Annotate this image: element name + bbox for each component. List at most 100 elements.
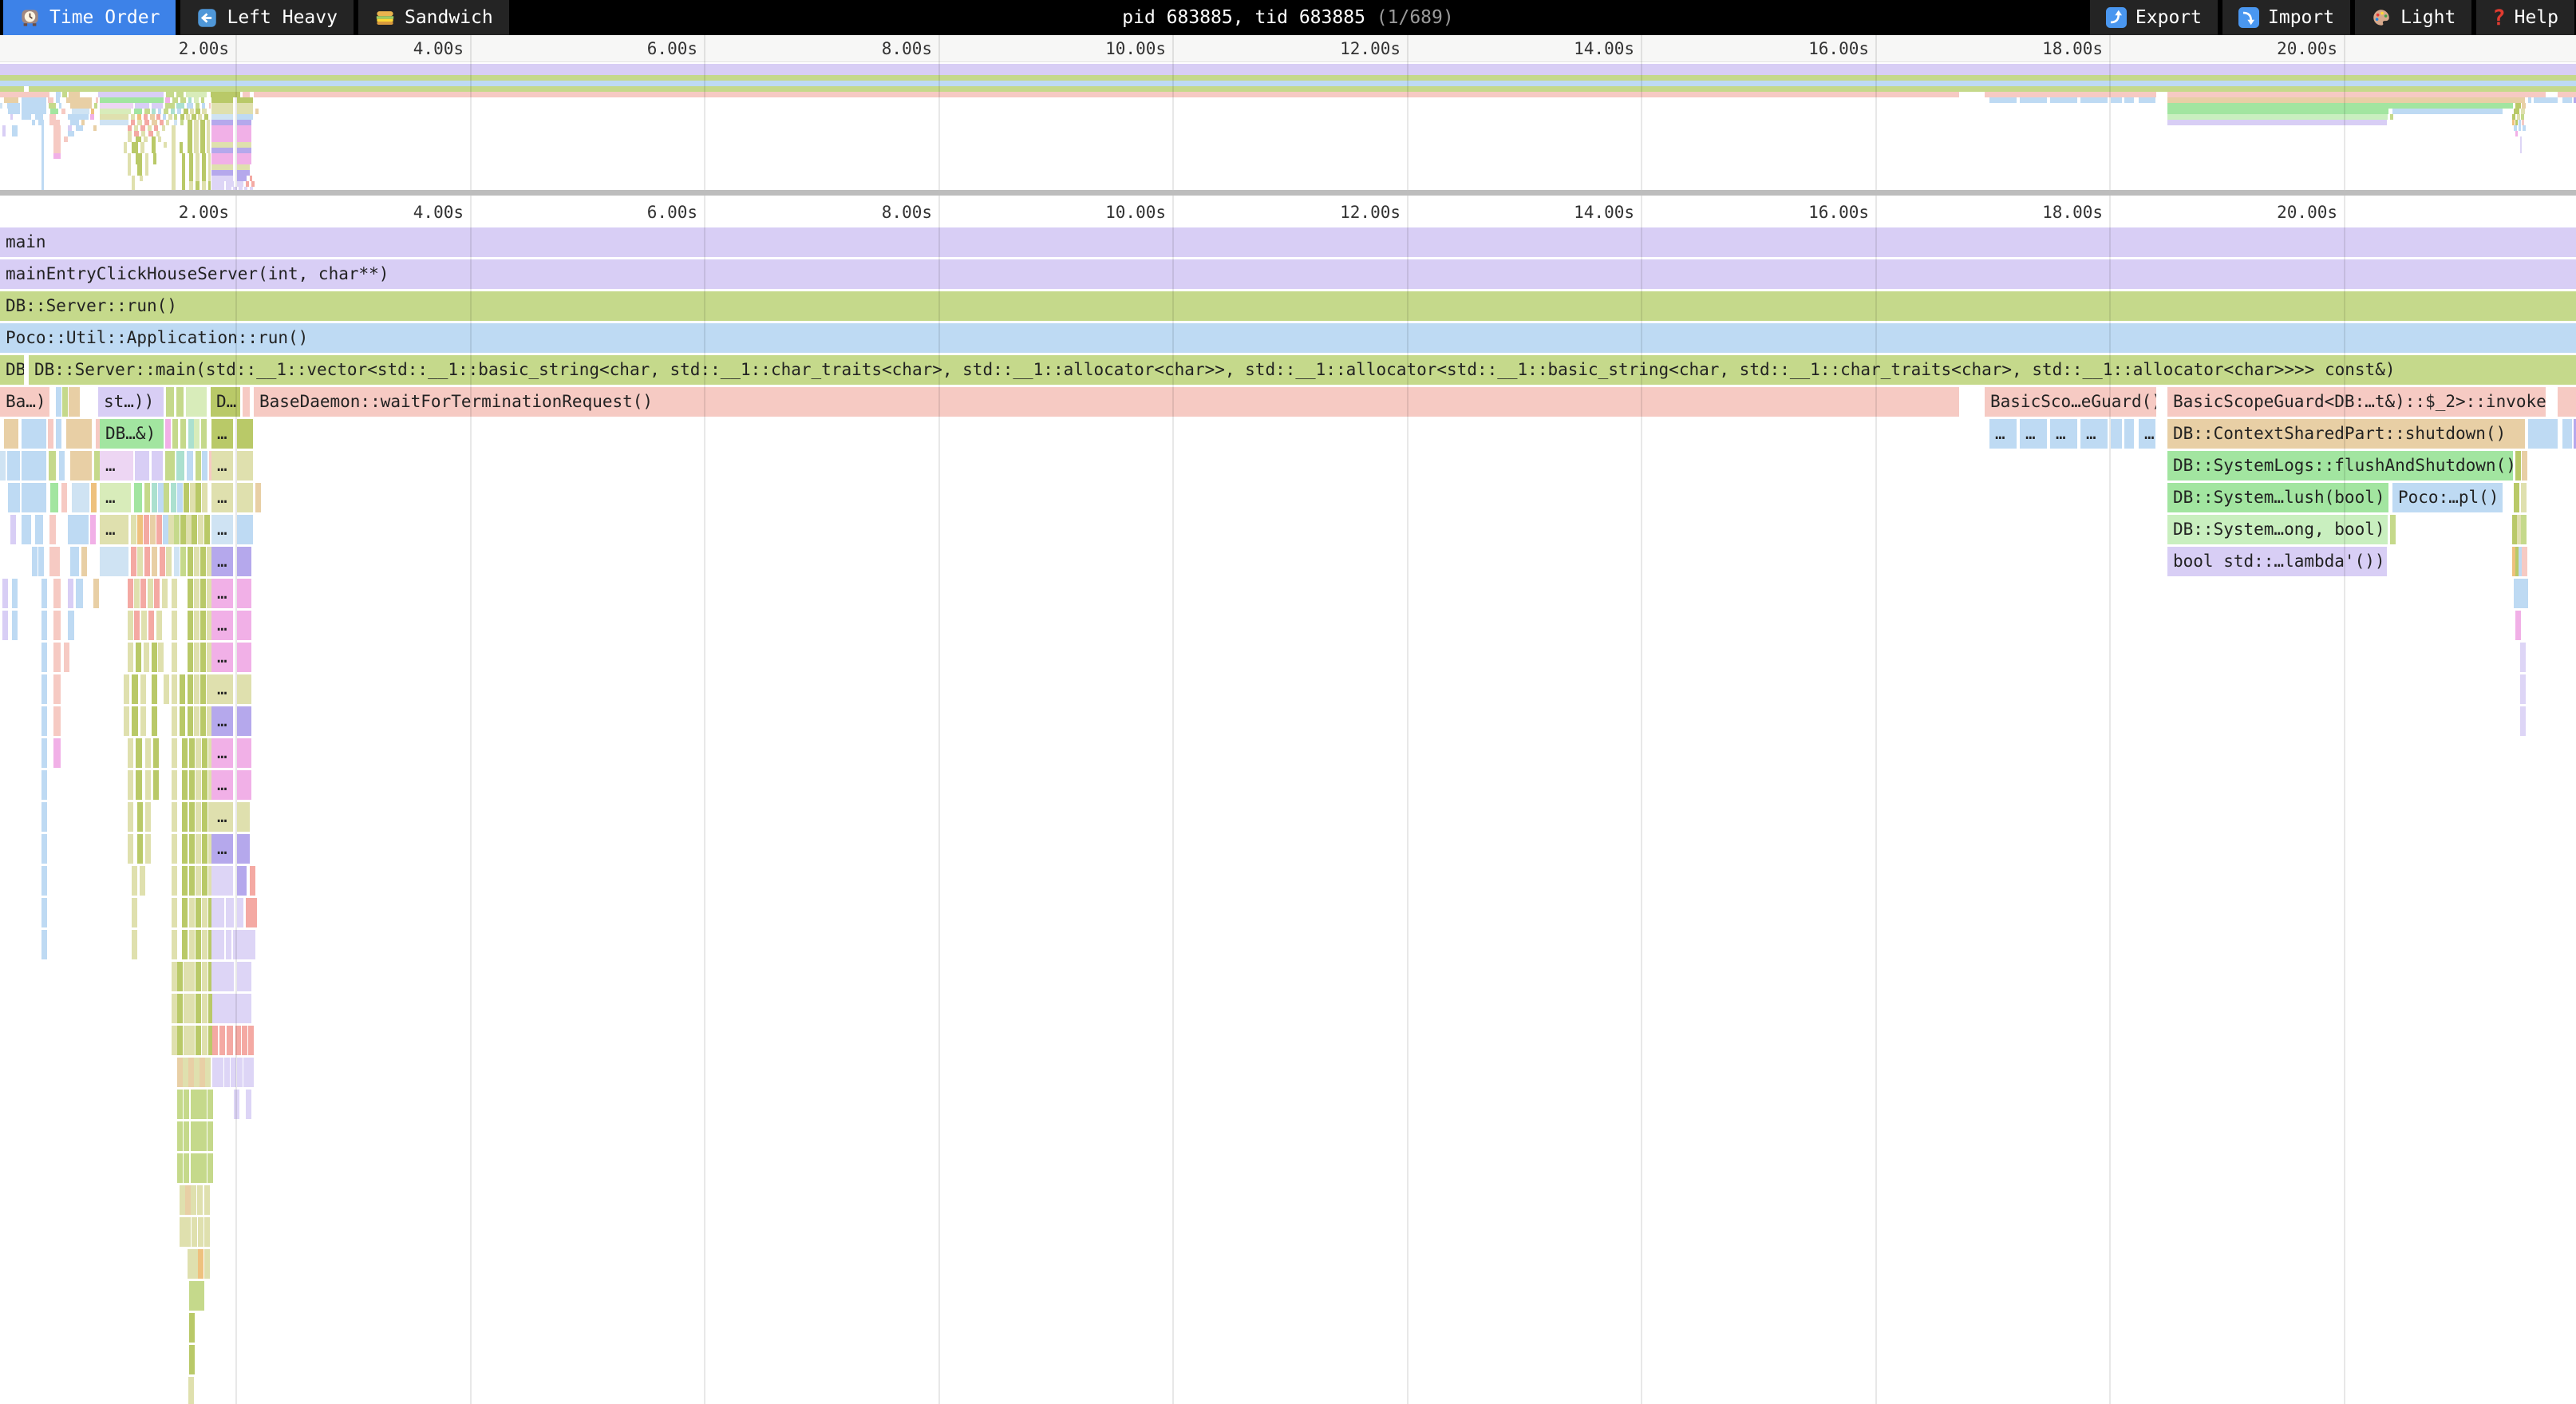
flame-bar[interactable]: BasicSco…eGuard() bbox=[1985, 387, 2156, 417]
flame-bar[interactable] bbox=[2521, 515, 2527, 544]
flame-bar[interactable] bbox=[172, 706, 177, 736]
flame-bar[interactable] bbox=[152, 451, 163, 481]
flame-bar[interactable] bbox=[168, 515, 174, 544]
flame-bar[interactable] bbox=[196, 866, 201, 896]
flame-bar[interactable] bbox=[172, 994, 177, 1023]
flame-bar[interactable]: … bbox=[211, 515, 233, 544]
flame-bar[interactable]: BasicScopeGuard<DB:…t&)::$_2>::invoke() bbox=[2167, 387, 2546, 417]
flame-bar[interactable] bbox=[150, 515, 156, 544]
flame-bar[interactable] bbox=[137, 547, 143, 576]
flame-bar[interactable] bbox=[186, 515, 192, 544]
flame-bar[interactable] bbox=[165, 451, 175, 481]
tab-sandwich[interactable]: Sandwich bbox=[358, 0, 509, 35]
flame-bar[interactable] bbox=[235, 1026, 241, 1055]
flame-bar[interactable] bbox=[196, 962, 201, 991]
flame-bar[interactable] bbox=[191, 1153, 196, 1183]
flame-bar[interactable]: bool std::…lambda'()) bbox=[2167, 547, 2387, 576]
flame-bar[interactable] bbox=[56, 419, 61, 449]
flame-bar[interactable] bbox=[237, 547, 251, 576]
flame-bar[interactable] bbox=[124, 674, 129, 704]
flame-bar[interactable] bbox=[153, 770, 159, 800]
flame-bar[interactable] bbox=[7, 451, 20, 481]
flame-bar[interactable]: Poco:…pl() bbox=[2392, 483, 2503, 512]
flame-bar[interactable]: … bbox=[211, 802, 233, 832]
help-button[interactable]: ? Help bbox=[2476, 0, 2574, 35]
flame-bar[interactable] bbox=[156, 515, 162, 544]
flame-bar[interactable] bbox=[164, 483, 169, 512]
flame-bar[interactable]: BaseDaemon::waitForTerminationRequest() bbox=[254, 387, 1959, 417]
flame-bar[interactable] bbox=[200, 1058, 205, 1087]
flame-bar[interactable] bbox=[41, 579, 47, 608]
flame-bar[interactable] bbox=[184, 1121, 189, 1151]
flame-bar[interactable] bbox=[237, 802, 250, 832]
flame-bar[interactable] bbox=[132, 930, 137, 959]
flame-bar[interactable] bbox=[204, 515, 210, 544]
flame-bar[interactable]: Poco::Util::Application::run() bbox=[0, 323, 2576, 353]
flame-bar[interactable] bbox=[239, 930, 244, 959]
flame-bar[interactable] bbox=[176, 387, 184, 417]
flame-bar[interactable] bbox=[237, 419, 253, 449]
flame-bar[interactable] bbox=[53, 706, 61, 736]
flame-bar[interactable] bbox=[76, 579, 83, 608]
flame-bar[interactable] bbox=[182, 770, 188, 800]
flame-bar[interactable] bbox=[189, 994, 195, 1023]
flame-bar[interactable] bbox=[145, 834, 151, 864]
flame-bar[interactable]: DB::System…ong, bool) bbox=[2167, 515, 2388, 544]
flame-bar[interactable] bbox=[38, 547, 44, 576]
flame-bar[interactable] bbox=[189, 802, 195, 832]
flame-bar[interactable]: DB::System…lush(bool) bbox=[2167, 483, 2388, 512]
flame-bar[interactable] bbox=[246, 1090, 251, 1119]
flame-bar[interactable] bbox=[189, 930, 195, 959]
flame-bar[interactable] bbox=[49, 547, 60, 576]
flame-bar[interactable] bbox=[53, 611, 61, 640]
flame-bar[interactable] bbox=[207, 1121, 213, 1151]
flame-bar[interactable] bbox=[196, 451, 201, 481]
flame-bar[interactable] bbox=[69, 387, 80, 417]
flame-bar[interactable] bbox=[172, 611, 177, 640]
flame-bar[interactable]: D… bbox=[211, 387, 240, 417]
flame-bar[interactable] bbox=[53, 643, 61, 672]
flame-bar[interactable] bbox=[156, 611, 162, 640]
flame-bar[interactable] bbox=[237, 515, 253, 544]
flame-bar[interactable]: … bbox=[100, 515, 128, 544]
flame-bar[interactable] bbox=[189, 962, 195, 991]
flame-bar[interactable] bbox=[144, 547, 150, 576]
flame-bar[interactable] bbox=[140, 674, 146, 704]
flame-bar[interactable] bbox=[237, 834, 250, 864]
flame-bar[interactable]: … bbox=[211, 674, 233, 704]
flame-bar[interactable] bbox=[224, 1058, 230, 1087]
flame-bar[interactable] bbox=[162, 579, 168, 608]
flame-bar[interactable] bbox=[237, 866, 247, 896]
flame-bar[interactable] bbox=[172, 674, 177, 704]
import-button[interactable]: Import bbox=[2222, 0, 2350, 35]
flame-bar[interactable] bbox=[218, 1058, 223, 1087]
flame-bar[interactable] bbox=[237, 898, 243, 927]
flame-bar[interactable] bbox=[184, 994, 189, 1023]
flame-bar[interactable] bbox=[2, 611, 8, 640]
flame-bar[interactable] bbox=[192, 515, 197, 544]
flame-bar[interactable] bbox=[180, 706, 185, 736]
flame-bar[interactable] bbox=[172, 643, 177, 672]
flame-bar[interactable] bbox=[194, 674, 200, 704]
flame-bar[interactable] bbox=[184, 1026, 189, 1055]
flame-bar[interactable] bbox=[237, 451, 253, 481]
flame-bar[interactable]: mainEntryClickHouseServer(int, char**) bbox=[0, 259, 2576, 289]
flame-bar[interactable] bbox=[204, 1249, 210, 1279]
flame-bar[interactable] bbox=[237, 579, 251, 608]
flame-bar[interactable]: DB…&) bbox=[100, 419, 164, 449]
flame-bar[interactable] bbox=[202, 738, 207, 768]
flame-bar[interactable] bbox=[172, 866, 177, 896]
flame-bar[interactable] bbox=[202, 451, 207, 481]
flame-bar[interactable] bbox=[135, 451, 149, 481]
flame-bar[interactable] bbox=[237, 1058, 243, 1087]
flame-bar[interactable] bbox=[201, 1121, 207, 1151]
flame-bar[interactable]: st…)) bbox=[98, 387, 164, 417]
flame-bar[interactable]: … bbox=[211, 547, 233, 576]
flame-bar[interactable] bbox=[226, 930, 231, 959]
flame-bar[interactable] bbox=[200, 579, 206, 608]
flame-bar[interactable] bbox=[240, 994, 246, 1023]
flame-bar[interactable] bbox=[176, 451, 184, 481]
flame-bar[interactable] bbox=[198, 1249, 203, 1279]
flame-bar[interactable] bbox=[180, 515, 186, 544]
flame-bar[interactable]: … bbox=[211, 483, 233, 512]
